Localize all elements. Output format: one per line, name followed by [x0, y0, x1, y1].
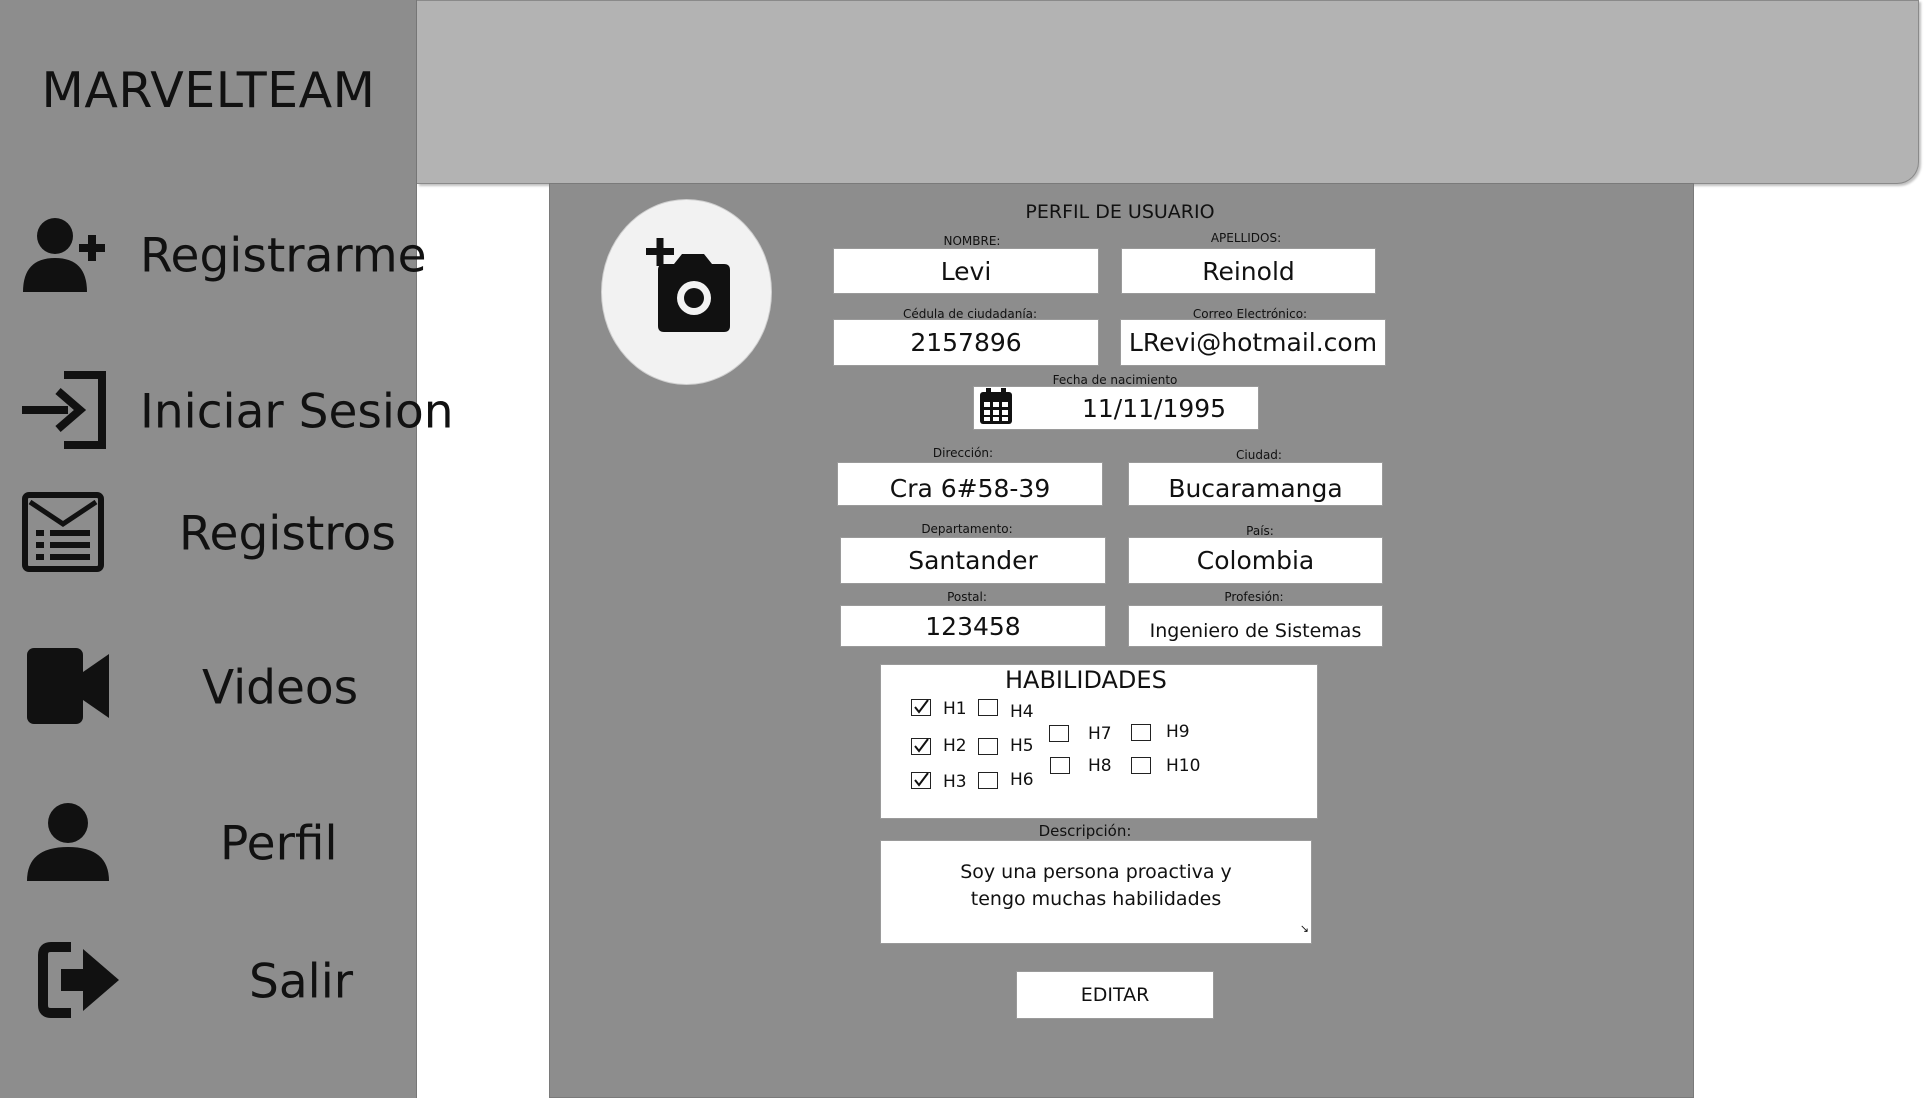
birthdate-field[interactable]: 11/11/1995 [973, 386, 1259, 430]
apellidos-field[interactable]: Reinold [1121, 248, 1376, 294]
sidebar-item-iniciar-sesion[interactable]: Iniciar Sesion [0, 362, 454, 462]
nombre-label: NOMBRE: [943, 234, 1001, 248]
sidebar-item-label: Registros [179, 506, 396, 562]
page-title: PERFIL DE USUARIO [1025, 201, 1215, 223]
postal-label: Postal: [947, 590, 987, 604]
add-photo-icon [646, 238, 730, 332]
sidebar-item-label: Salir [249, 954, 354, 1010]
skill-checkbox-h5[interactable] [978, 738, 998, 755]
avatar-upload-button[interactable] [601, 199, 772, 385]
sidebar-item-label: Perfil [220, 816, 338, 872]
sidebar-item-registros[interactable]: Registros [0, 484, 417, 584]
calendar-icon[interactable] [980, 388, 1012, 428]
user-plus-icon [21, 214, 105, 298]
nombre-field[interactable]: Levi [833, 248, 1099, 294]
check-icon [914, 738, 929, 753]
birthdate-value: 11/11/1995 [1082, 393, 1227, 423]
skill-label: H10 [1166, 756, 1201, 776]
postal-field[interactable]: 123458 [840, 605, 1106, 647]
skill-label: H9 [1166, 722, 1190, 742]
sidebar: MARVELTEAM Registrarme Iniciar Sesion Re… [0, 0, 454, 1098]
records-icon [22, 492, 104, 576]
header-bar [417, 0, 1919, 184]
description-line: tengo muchas habilidades [970, 888, 1222, 910]
skill-checkbox-h6[interactable] [978, 772, 998, 789]
ciudad-label: Ciudad: [1236, 448, 1282, 462]
sidebar-item-perfil[interactable]: Perfil [0, 794, 417, 894]
skill-label: H2 [943, 736, 967, 756]
check-icon [914, 772, 929, 787]
sidebar-item-label: Registrarme [140, 228, 427, 284]
email-field[interactable]: LRevi@hotmail.com [1120, 319, 1386, 366]
skill-checkbox-h4[interactable] [978, 699, 998, 716]
skill-label: H8 [1088, 756, 1112, 776]
departamento-field[interactable]: Santander [840, 537, 1106, 584]
sidebar-item-label: Videos [202, 660, 359, 716]
sidebar-item-salir[interactable]: Salir [0, 932, 417, 1032]
description-label: Descripción: [1038, 822, 1132, 840]
skill-checkbox-h9[interactable] [1131, 724, 1151, 741]
skill-checkbox-h8[interactable] [1050, 757, 1070, 774]
description-line: Soy una persona proactiva y [960, 861, 1232, 883]
resize-handle-icon[interactable]: ↘ [1300, 915, 1309, 942]
departamento-label: Departamento: [921, 522, 1013, 536]
sidebar-item-label: Iniciar Sesion [140, 384, 454, 440]
skill-label: H6 [1010, 770, 1034, 790]
skill-label: H4 [1010, 702, 1034, 722]
skills-title: HABILIDADES [1005, 666, 1167, 694]
ciudad-field[interactable]: Bucaramanga [1128, 462, 1383, 506]
skill-checkbox-h1[interactable] [911, 699, 931, 716]
apellidos-label: APELLIDOS: [1210, 231, 1282, 245]
video-camera-icon [27, 648, 109, 728]
pais-field[interactable]: Colombia [1128, 537, 1383, 584]
skill-checkbox-h2[interactable] [911, 738, 931, 755]
description-textarea[interactable]: Soy una persona proactiva y tengo muchas… [880, 840, 1312, 944]
user-icon [27, 803, 109, 885]
edit-button[interactable]: EDITAR [1016, 971, 1214, 1019]
fecha-label: Fecha de nacimiento [1052, 373, 1178, 387]
sign-out-icon [37, 941, 121, 1023]
skill-checkbox-h10[interactable] [1131, 757, 1151, 774]
skill-checkbox-h7[interactable] [1049, 725, 1069, 742]
direccion-label: Dirección: [932, 446, 994, 460]
profesion-label: Profesión: [1224, 590, 1284, 604]
brand-title: MARVELTEAM [41, 62, 376, 119]
skill-label: H5 [1010, 736, 1034, 756]
skill-label: H7 [1088, 724, 1112, 744]
pais-label: País: [1246, 524, 1274, 538]
direccion-field[interactable]: Cra 6#58-39 [837, 462, 1103, 506]
skill-label: H3 [943, 772, 967, 792]
skill-checkbox-h3[interactable] [911, 772, 931, 789]
profesion-field[interactable]: Ingeniero de Sistemas [1128, 605, 1383, 647]
sidebar-item-registrarme[interactable]: Registrarme [0, 206, 427, 306]
sidebar-item-videos[interactable]: Videos [0, 638, 417, 738]
skill-label: H1 [943, 699, 967, 719]
sign-in-icon [22, 371, 106, 453]
check-icon [914, 699, 929, 714]
cedula-field[interactable]: 2157896 [833, 319, 1099, 366]
